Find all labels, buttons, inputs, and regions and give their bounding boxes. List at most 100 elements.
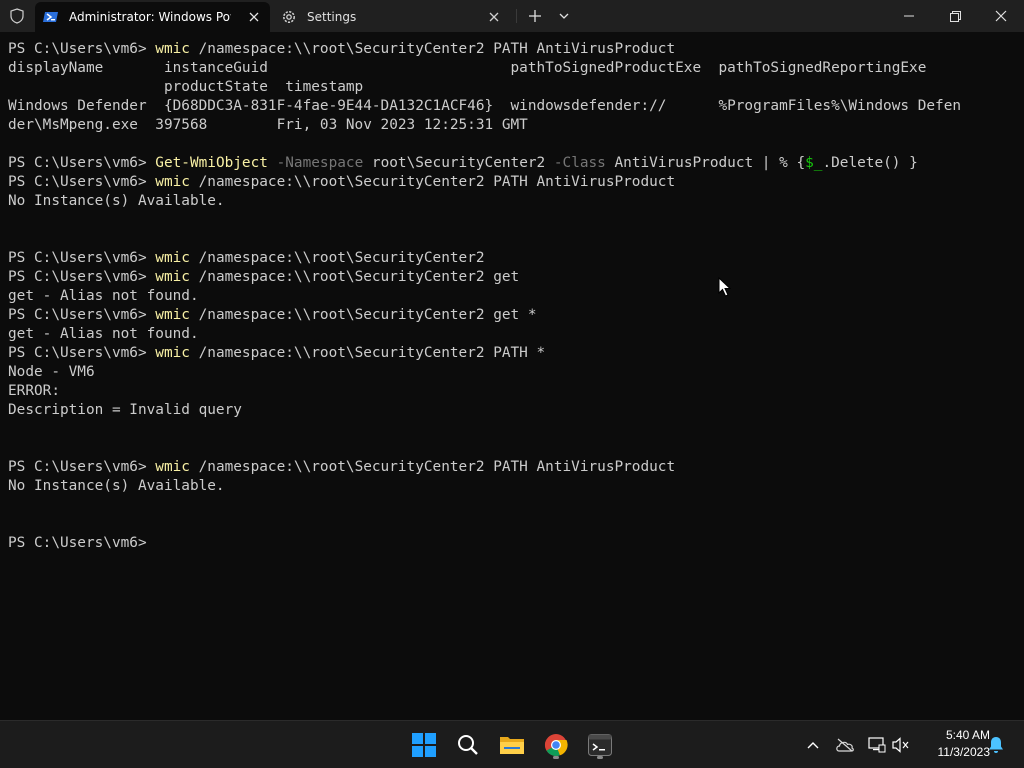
terminal-line: productState timestamp: [8, 78, 1024, 97]
terminal-line: get - Alias not found.: [8, 287, 1024, 306]
prompt-text: PS C:\Users\vm6>: [8, 345, 156, 361]
prompt-text: PS C:\Users\vm6>: [8, 459, 156, 475]
terminal-line: ERROR:: [8, 382, 1024, 401]
command-text: Get-WmiObject: [155, 155, 268, 171]
tab-title: Administrator: Windows PowerShell: [69, 10, 231, 24]
output-text: der\MsMpeng.exe 397568 Fri, 03 Nov 2023 …: [8, 117, 528, 133]
chrome-icon[interactable]: [540, 729, 572, 761]
terminal-line: PS C:\Users\vm6> wmic /namespace:\\root\…: [8, 306, 1024, 325]
running-indicator: [553, 756, 559, 759]
terminal-line: displayName instanceGuid pathToSignedPro…: [8, 59, 1024, 78]
terminal-line: PS C:\Users\vm6> wmic /namespace:\\root\…: [8, 40, 1024, 59]
terminal-output[interactable]: PS C:\Users\vm6> wmic /namespace:\\root\…: [0, 32, 1024, 720]
clock-date: 11/3/2023: [937, 745, 991, 759]
command-text: /namespace:\\root\SecurityCenter2 PATH A…: [189, 174, 676, 190]
taskbar: 5:40 AM 11/3/2023: [0, 720, 1024, 768]
prompt-text: PS C:\Users\vm6>: [8, 174, 156, 190]
plus-icon[interactable]: [522, 4, 548, 28]
command-text: wmic: [155, 41, 190, 57]
command-text: /namespace:\\root\SecurityCenter2 PATH A…: [189, 459, 676, 475]
terminal-line: PS C:\Users\vm6> wmic /namespace:\\root\…: [8, 458, 1024, 477]
command-text: /namespace:\\root\SecurityCenter2 get: [189, 269, 520, 285]
output-text: ERROR:: [8, 383, 60, 399]
bell-icon[interactable]: [985, 733, 1007, 757]
file-explorer-icon[interactable]: [496, 729, 528, 761]
prompt-text: PS C:\Users\vm6>: [8, 307, 156, 323]
output-text: get - Alias not found.: [8, 288, 199, 304]
clock[interactable]: 5:40 AM 11/3/2023: [920, 727, 991, 761]
search-icon[interactable]: [452, 729, 484, 761]
output-text: Node - VM6: [8, 364, 95, 380]
chevron-down-icon[interactable]: [552, 4, 576, 28]
title-bar[interactable]: Administrator: Windows PowerShell Settin…: [0, 0, 1024, 32]
terminal-line: PS C:\Users\vm6> wmic /namespace:\\root\…: [8, 249, 1024, 268]
powershell-icon: [43, 9, 59, 25]
terminal-line: PS C:\Users\vm6>: [8, 534, 1024, 553]
running-indicator: [597, 756, 603, 759]
terminal-line: PS C:\Users\vm6> wmic /namespace:\\root\…: [8, 344, 1024, 363]
terminal-line: Description = Invalid query: [8, 401, 1024, 420]
minimize-icon[interactable]: [886, 0, 932, 32]
terminal-line: Node - VM6: [8, 363, 1024, 382]
command-text: wmic: [155, 345, 190, 361]
command-text: wmic: [155, 459, 190, 475]
tab-powershell[interactable]: Administrator: Windows PowerShell: [35, 2, 270, 32]
command-text: -Namespace: [267, 155, 364, 171]
gear-icon: [281, 9, 297, 25]
prompt-text: PS C:\Users\vm6>: [8, 250, 156, 266]
tab-title: Settings: [307, 10, 357, 24]
network-icon[interactable]: [866, 733, 888, 757]
command-text: /namespace:\\root\SecurityCenter2 PATH A…: [189, 41, 676, 57]
command-text: wmic: [155, 269, 190, 285]
close-icon[interactable]: [978, 0, 1024, 32]
terminal-line: PS C:\Users\vm6> wmic /namespace:\\root\…: [8, 268, 1024, 287]
output-text: productState timestamp: [8, 79, 364, 95]
output-text: No Instance(s) Available.: [8, 478, 225, 494]
command-text: /namespace:\\root\SecurityCenter2: [189, 250, 485, 266]
terminal-icon[interactable]: [584, 729, 616, 761]
terminal-line: Windows Defender {D68DDC3A-831F-4fae-9E4…: [8, 97, 1024, 116]
command-text: wmic: [155, 307, 190, 323]
clock-time: 5:40 AM: [945, 728, 990, 742]
output-text: displayName instanceGuid pathToSignedPro…: [8, 60, 927, 76]
command-text: root\SecurityCenter2: [363, 155, 546, 171]
chevron-up-icon[interactable]: [802, 733, 824, 757]
restore-icon[interactable]: [932, 0, 978, 32]
command-text: $_: [805, 155, 823, 171]
terminal-line: PS C:\Users\vm6> wmic /namespace:\\root\…: [8, 173, 1024, 192]
shield-icon: [3, 3, 31, 29]
tab-separator: [516, 9, 517, 23]
command-text: .Delete() }: [822, 155, 918, 171]
command-text: wmic: [155, 250, 190, 266]
prompt-text: PS C:\Users\vm6>: [8, 269, 156, 285]
onedrive-offline-icon[interactable]: [834, 733, 856, 757]
command-text: AntiVirusProduct | % {: [605, 155, 806, 171]
mouse-cursor-icon: [718, 276, 732, 297]
prompt-text: PS C:\Users\vm6>: [8, 535, 156, 551]
close-tab-icon[interactable]: [486, 9, 502, 25]
terminal-line: der\MsMpeng.exe 397568 Fri, 03 Nov 2023 …: [8, 116, 1024, 135]
prompt-text: PS C:\Users\vm6>: [8, 155, 156, 171]
output-text: No Instance(s) Available.: [8, 193, 225, 209]
output-text: Description = Invalid query: [8, 402, 242, 418]
terminal-line: No Instance(s) Available.: [8, 477, 1024, 496]
output-text: get - Alias not found.: [8, 326, 199, 342]
tab-settings[interactable]: Settings: [273, 2, 510, 32]
terminal-line: No Instance(s) Available.: [8, 192, 1024, 211]
start-icon[interactable]: [408, 729, 440, 761]
prompt-text: PS C:\Users\vm6>: [8, 41, 156, 57]
command-text: wmic: [155, 174, 190, 190]
close-tab-icon[interactable]: [246, 9, 262, 25]
command-text: -Class: [545, 155, 606, 171]
output-text: Windows Defender {D68DDC3A-831F-4fae-9E4…: [8, 98, 962, 114]
terminal-line: get - Alias not found.: [8, 325, 1024, 344]
volume-muted-icon[interactable]: [890, 733, 912, 757]
command-text: /namespace:\\root\SecurityCenter2 get *: [189, 307, 537, 323]
command-text: /namespace:\\root\SecurityCenter2 PATH *: [189, 345, 546, 361]
